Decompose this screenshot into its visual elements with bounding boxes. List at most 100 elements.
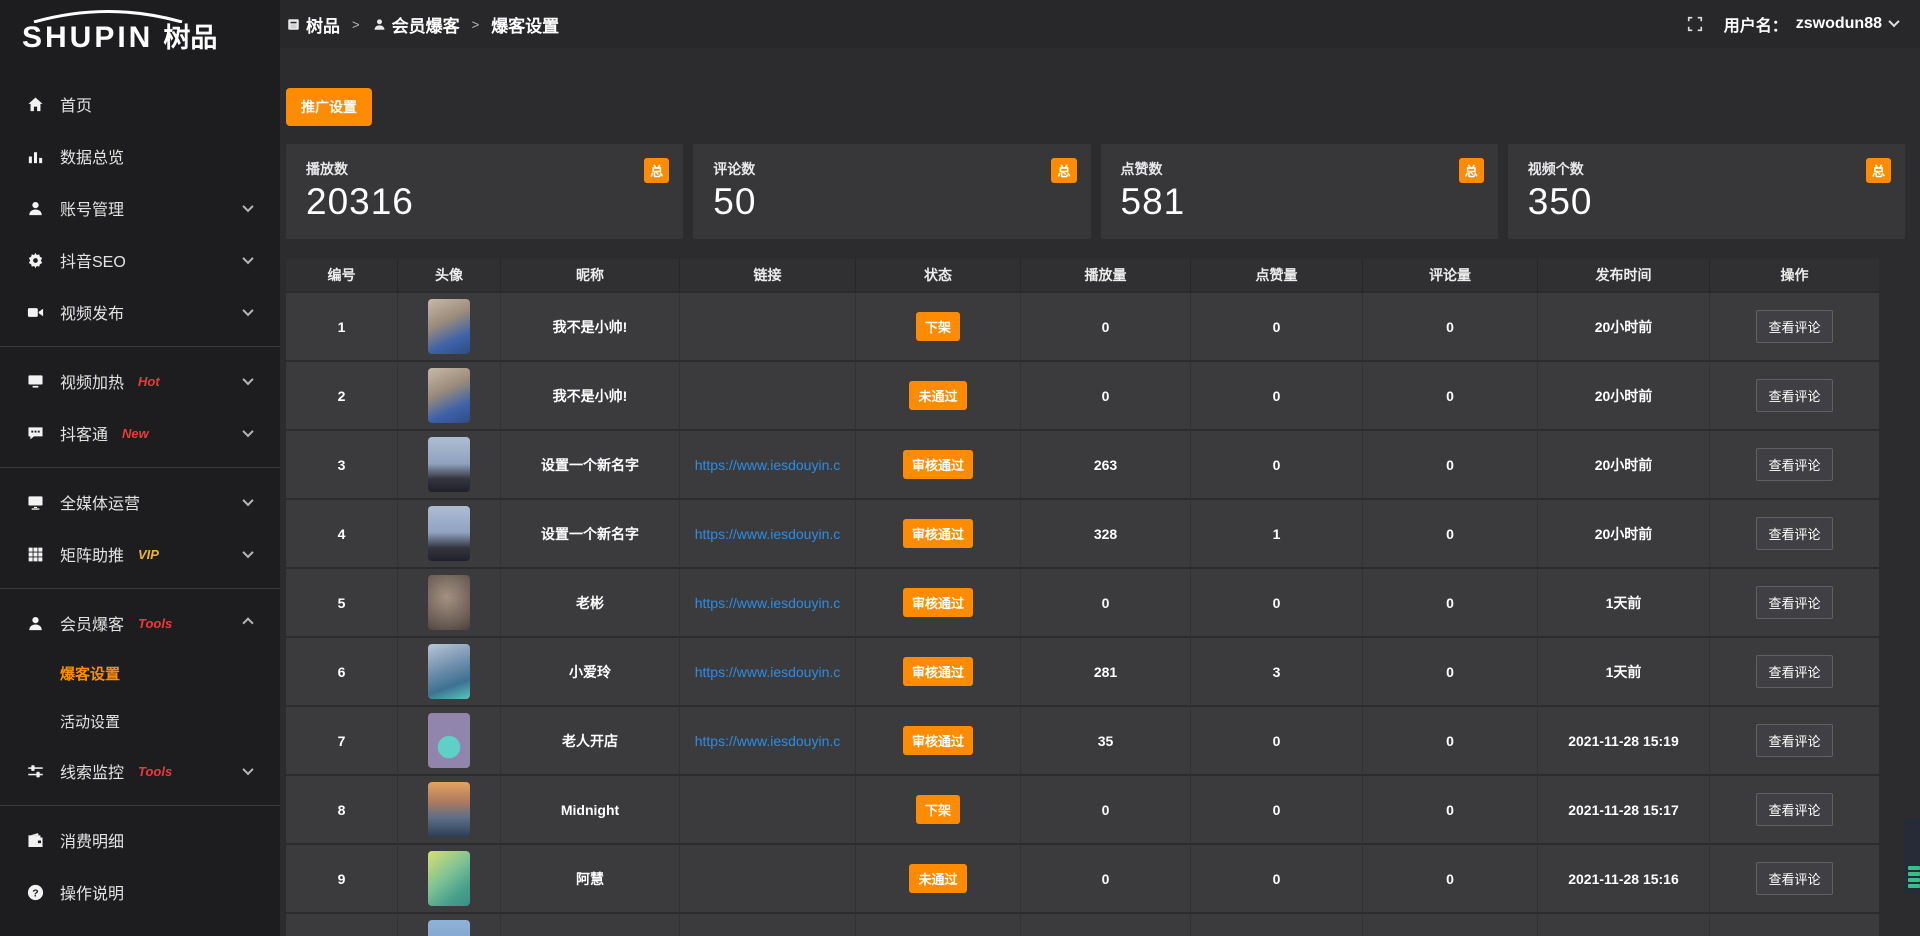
- fullscreen-icon[interactable]: [1686, 15, 1704, 33]
- cell-comments: [1363, 914, 1538, 936]
- username-label: 用户名：: [1724, 12, 1788, 36]
- breadcrumb-separator: >: [349, 17, 363, 32]
- cell-status: 未通过: [856, 362, 1021, 431]
- sidebar-item[interactable]: 全媒体运营: [0, 476, 280, 528]
- avatar: [428, 644, 470, 699]
- table-row: 5老彬https://www.iesdouyin.c审核通过0001天前查看评论: [286, 569, 1879, 638]
- video-link[interactable]: https://www.iesdouyin.c: [695, 664, 841, 680]
- cell-status: 下架: [856, 293, 1021, 362]
- sidebar-item[interactable]: 视频发布: [0, 286, 280, 338]
- status-badge: 下架: [916, 312, 960, 341]
- stat-card-label: 评论数: [713, 159, 1070, 179]
- cell-likes: 0: [1191, 431, 1363, 500]
- avatar: [428, 437, 470, 492]
- breadcrumb: 树品>会员爆客>爆客设置: [286, 12, 559, 37]
- video-link[interactable]: https://www.iesdouyin.c: [695, 526, 841, 542]
- cell-likes: 0: [1191, 707, 1363, 776]
- video-link[interactable]: https://www.iesdouyin.c: [695, 733, 841, 749]
- cell-link: [680, 362, 856, 431]
- sidebar-divider: [0, 467, 280, 468]
- table-row: 9阿慧未通过0002021-11-28 15:16查看评论: [286, 845, 1879, 914]
- video-link[interactable]: https://www.iesdouyin.c: [695, 457, 841, 473]
- table-row: 10: [286, 914, 1879, 936]
- breadcrumb-label: 会员爆客: [392, 12, 460, 37]
- view-comments-button[interactable]: 查看评论: [1756, 655, 1832, 688]
- sidebar: SHUPIN 树品 首页数据总览账号管理抖音SEO视频发布视频加热Hot抖客通N…: [0, 0, 280, 936]
- breadcrumb-label: 树品: [306, 12, 340, 37]
- sliders-icon: [26, 762, 45, 781]
- widget-bar: [1908, 866, 1920, 870]
- breadcrumb-item[interactable]: 爆客设置: [491, 12, 559, 37]
- view-comments-button[interactable]: 查看评论: [1756, 448, 1832, 481]
- sidebar-item-badge: Tools: [138, 764, 172, 779]
- monitor-icon: [26, 372, 45, 391]
- sidebar-item[interactable]: ?操作说明: [0, 866, 280, 918]
- status-badge: 审核通过: [903, 726, 973, 755]
- stat-card: 播放数20316总: [286, 144, 683, 239]
- cell-link: [680, 776, 856, 845]
- breadcrumb-item[interactable]: 树品: [286, 12, 340, 37]
- cell-comments: 0: [1363, 638, 1538, 707]
- sidebar-subitem[interactable]: 活动设置: [0, 697, 280, 745]
- view-comments-button[interactable]: 查看评论: [1756, 310, 1832, 343]
- widget-bar: [1908, 872, 1920, 876]
- sidebar-subitem[interactable]: 爆客设置: [0, 649, 280, 697]
- cell-status: 审核通过: [856, 431, 1021, 500]
- bar-chart-icon: [26, 147, 45, 166]
- floating-widget[interactable]: [1904, 818, 1920, 894]
- sidebar-item[interactable]: 数据总览: [0, 130, 280, 182]
- sidebar-item[interactable]: 首页: [0, 78, 280, 130]
- cell-plays: 0: [1021, 569, 1191, 638]
- sidebar-item-label: 数据总览: [60, 144, 124, 168]
- status-badge: 审核通过: [903, 657, 973, 686]
- cell-likes: 3: [1191, 638, 1363, 707]
- view-comments-button[interactable]: 查看评论: [1756, 724, 1832, 757]
- sidebar-item[interactable]: 消费明细: [0, 814, 280, 866]
- cell-time: 20小时前: [1538, 431, 1710, 500]
- cell-plays: 0: [1021, 845, 1191, 914]
- username-value: zswodun88: [1796, 15, 1882, 33]
- sidebar-item[interactable]: 抖客通New: [0, 407, 280, 459]
- sidebar-item[interactable]: 视频加热Hot: [0, 355, 280, 407]
- sidebar-item-badge: VIP: [138, 547, 159, 562]
- sidebar-item-label: 抖音SEO: [60, 248, 126, 272]
- view-comments-button[interactable]: 查看评论: [1756, 379, 1832, 412]
- chevron-down-icon: [242, 305, 253, 316]
- svg-text:?: ?: [32, 888, 38, 899]
- stat-card-value: 581: [1121, 181, 1478, 223]
- status-badge: 未通过: [909, 381, 966, 410]
- cell-avatar: [398, 914, 501, 936]
- view-comments-button[interactable]: 查看评论: [1756, 793, 1832, 826]
- user-menu[interactable]: 用户名： zswodun88: [1724, 12, 1898, 36]
- cell-nickname: 阿慧: [501, 845, 680, 914]
- cell-likes: 0: [1191, 776, 1363, 845]
- cell-nickname: 老彬: [501, 569, 680, 638]
- cell-id: 4: [286, 500, 398, 569]
- cell-time: 1天前: [1538, 638, 1710, 707]
- gear-icon: [26, 251, 45, 270]
- video-link[interactable]: https://www.iesdouyin.c: [695, 595, 841, 611]
- cell-nickname: 设置一个新名字: [501, 500, 680, 569]
- cell-nickname: 小爱玲: [501, 638, 680, 707]
- breadcrumb-item[interactable]: 会员爆客: [372, 12, 460, 37]
- cell-link: https://www.iesdouyin.c: [680, 569, 856, 638]
- promo-settings-button[interactable]: 推广设置: [286, 88, 372, 126]
- view-comments-button[interactable]: 查看评论: [1756, 517, 1832, 550]
- cell-link: https://www.iesdouyin.c: [680, 431, 856, 500]
- cell-nickname: Midnight: [501, 776, 680, 845]
- wallet-icon: [26, 831, 45, 850]
- cell-status: 未通过: [856, 845, 1021, 914]
- sidebar-item[interactable]: 线索监控Tools: [0, 745, 280, 797]
- cell-actions: 查看评论: [1710, 707, 1879, 776]
- sidebar-item[interactable]: 抖音SEO: [0, 234, 280, 286]
- status-badge: 下架: [916, 795, 960, 824]
- sidebar-item[interactable]: 矩阵助推VIP: [0, 528, 280, 580]
- table-row: 7老人开店https://www.iesdouyin.c审核通过35002021…: [286, 707, 1879, 776]
- sidebar-item[interactable]: 账号管理: [0, 182, 280, 234]
- view-comments-button[interactable]: 查看评论: [1756, 586, 1832, 619]
- cell-link: https://www.iesdouyin.c: [680, 500, 856, 569]
- view-comments-button[interactable]: 查看评论: [1756, 862, 1832, 895]
- user-icon: [372, 17, 387, 32]
- sidebar-item[interactable]: 会员爆客Tools: [0, 597, 280, 649]
- cell-comments: 0: [1363, 500, 1538, 569]
